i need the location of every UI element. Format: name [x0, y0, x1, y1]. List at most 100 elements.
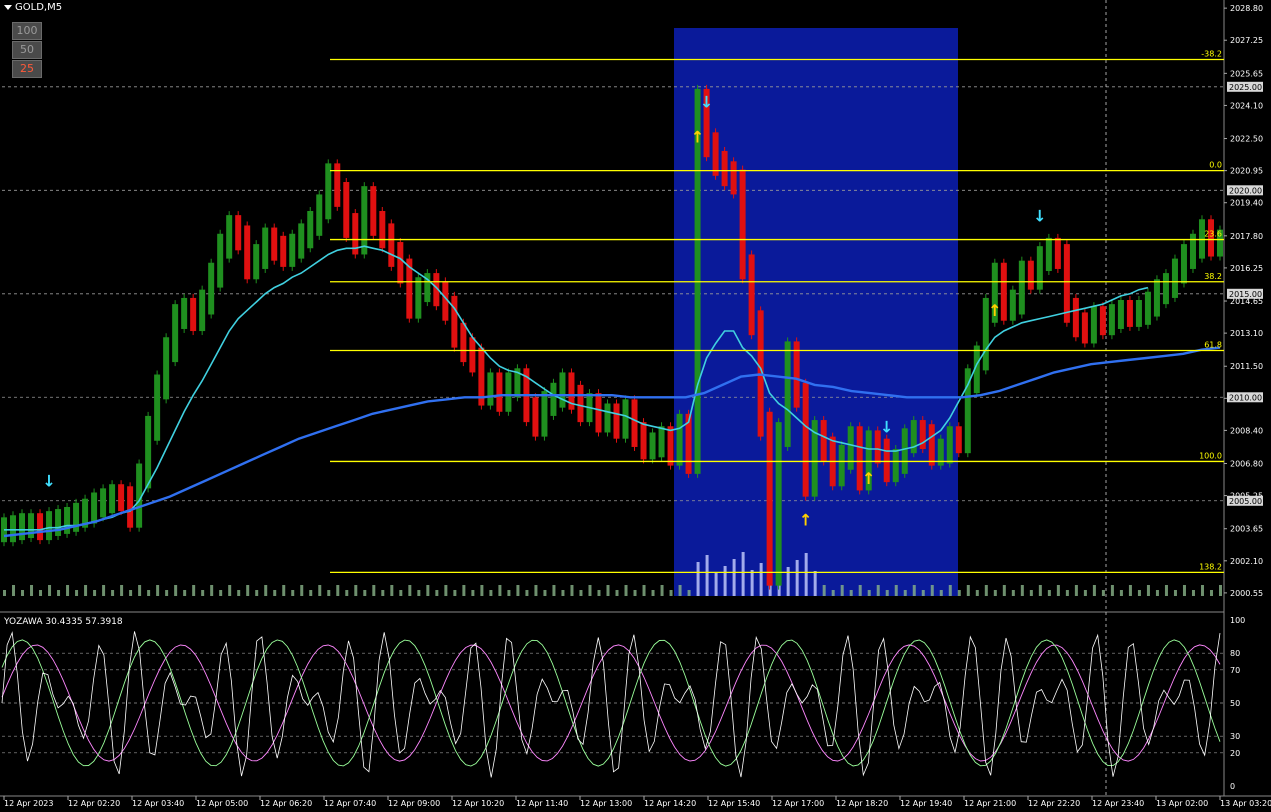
price-tick-label: 2019.40 — [1230, 199, 1263, 208]
candle-body — [262, 227, 269, 269]
candle-body — [577, 384, 584, 423]
fib-level-label: -38.2 — [1201, 49, 1222, 58]
volume-bar — [678, 585, 682, 596]
candle-body — [1063, 244, 1070, 323]
volume-bar — [174, 585, 178, 596]
volume-bar — [867, 590, 871, 596]
volume-bar — [651, 590, 655, 596]
volume-bar — [255, 590, 259, 596]
candle-body — [667, 426, 674, 466]
volume-bar — [147, 590, 151, 596]
volume-bar — [894, 585, 898, 596]
volume-bar — [30, 585, 34, 596]
volume-bar — [453, 590, 457, 596]
time-tick-label: 12 Apr 18:20 — [836, 799, 888, 808]
volume-bar — [822, 585, 826, 596]
volume-bar — [930, 585, 934, 596]
osc-tick-label: 80 — [1230, 649, 1240, 658]
osc-tick-label: 0 — [1230, 782, 1235, 791]
candle-body — [748, 254, 755, 336]
volume-bar — [831, 590, 835, 596]
candle-body — [316, 194, 323, 236]
price-tick-label: 2027.25 — [1230, 36, 1263, 45]
volume-bar — [849, 590, 853, 596]
candle-body — [397, 242, 404, 284]
price-tick-label: 2025.65 — [1230, 69, 1263, 78]
candle-body — [244, 225, 251, 280]
volume-bar — [1155, 590, 1159, 596]
candle-body — [640, 422, 647, 460]
volume-bar — [363, 590, 367, 596]
candle-body — [469, 337, 476, 373]
volume-bar — [435, 590, 439, 596]
volume-bar — [885, 590, 889, 596]
volume-bar — [282, 585, 286, 596]
price-tick-label: 2016.25 — [1230, 264, 1263, 273]
candle-body — [550, 382, 557, 416]
volume-bar — [1002, 585, 1006, 596]
candle-body — [1036, 246, 1043, 290]
price-label-text: 2005.00 — [1229, 497, 1262, 506]
volume-bar — [102, 585, 106, 596]
volume-bar — [381, 590, 385, 596]
volume-bar — [417, 590, 421, 596]
volume-bar — [561, 590, 565, 596]
candle-body — [379, 210, 386, 249]
fib-level-label: 0.0 — [1209, 161, 1222, 170]
volume-bar — [246, 585, 250, 596]
volume-bar — [696, 562, 700, 596]
price-chart: -38.2 0.0 23.6 38.2 61.8 100.0 138.2 ↓ ↓ ↓ ↓ ↑ ↑ ↑ ↑ 20… — [0, 0, 1271, 808]
volume-bar — [471, 590, 475, 596]
candle-body — [712, 132, 719, 176]
fib-level-label: 23.6 — [1204, 230, 1222, 239]
candle-body — [1000, 262, 1007, 321]
fib-level-label: 38.2 — [1204, 272, 1222, 281]
candle-body — [649, 432, 656, 460]
candle-body — [190, 297, 197, 332]
candle-body — [208, 262, 215, 315]
volume-bar — [525, 590, 529, 596]
candle-body — [370, 186, 377, 236]
price-label-text: 2010.00 — [1229, 393, 1262, 402]
time-tick-label: 12 Apr 21:00 — [964, 799, 1016, 808]
price-tick-label: 2022.50 — [1230, 135, 1263, 144]
ma-slow-line — [3, 346, 1221, 538]
volume-bar — [615, 590, 619, 596]
candle-body — [451, 295, 458, 348]
price-tick-label: 2020.95 — [1230, 167, 1263, 176]
volume-bar — [759, 563, 763, 596]
candle-body — [307, 210, 314, 249]
volume-bar — [723, 566, 727, 596]
volume-bar — [237, 590, 241, 596]
osc-tick-label: 20 — [1230, 749, 1240, 758]
candle-body — [487, 372, 494, 406]
volume-bar — [156, 585, 160, 596]
candle-body — [766, 411, 773, 586]
volume-bar — [732, 559, 736, 596]
volume-bar — [552, 585, 556, 596]
candle-body — [181, 297, 188, 329]
candle-body — [361, 186, 368, 255]
volume-bar — [1092, 585, 1096, 596]
time-tick-label: 12 Apr 02:20 — [68, 799, 120, 808]
volume-bar — [165, 590, 169, 596]
volume-bar — [741, 552, 745, 596]
volume-bar — [642, 585, 646, 596]
volume-bar — [1209, 590, 1213, 596]
volume-bar — [84, 585, 88, 596]
volume-bar — [597, 590, 601, 596]
candle-body — [919, 420, 926, 450]
price-label-text: 2020.00 — [1229, 186, 1262, 195]
candle-body — [199, 289, 206, 332]
candle-body — [1099, 306, 1106, 336]
time-tick-label: 12 Apr 10:20 — [452, 799, 504, 808]
candle-body — [118, 484, 125, 512]
candle-body — [325, 163, 332, 220]
candle-body — [55, 509, 62, 536]
candle-body — [253, 244, 260, 280]
time-tick-label: 12 Apr 2023 — [4, 799, 53, 808]
candle-body — [100, 488, 107, 518]
candle-body — [289, 233, 296, 267]
volume-bar — [1029, 590, 1033, 596]
volume-bar — [975, 590, 979, 596]
